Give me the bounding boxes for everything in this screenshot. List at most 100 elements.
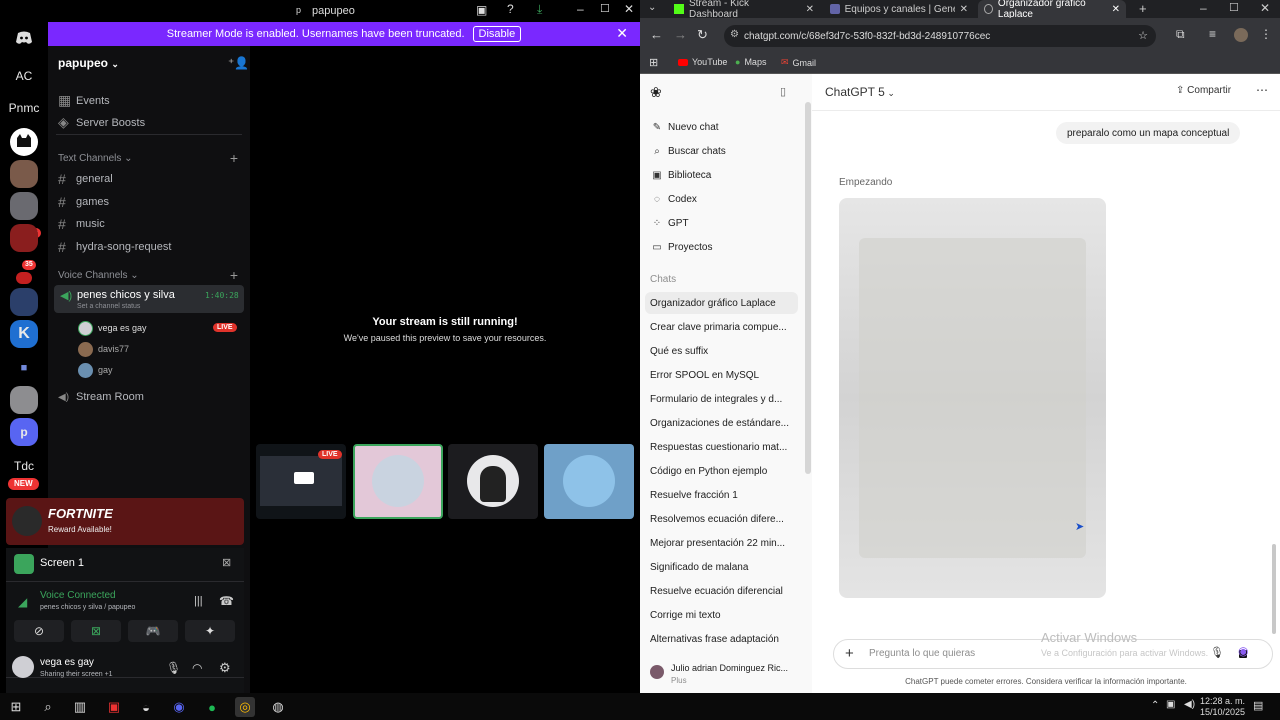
chat-item[interactable]: Formulario de integrales y d... (650, 394, 782, 405)
start-windows-icon[interactable]: ⊞ (6, 697, 26, 717)
tab-teams[interactable]: Equipos y canales | General | M ✕ (824, 0, 974, 18)
network-icon[interactable]: ▣ (1166, 699, 1175, 710)
obs-icon[interactable]: ◍ (268, 697, 288, 717)
chat-item[interactable]: Corrige mi texto (650, 610, 721, 621)
bookmark-star-icon[interactable]: ☆ (1138, 29, 1148, 42)
voice-channel-row[interactable]: ◀) penes chicos y silva 1:40:28 Set a ch… (54, 285, 244, 313)
minimize-icon[interactable]: – (1200, 1, 1207, 15)
chat-item[interactable]: Qué es suffix (650, 346, 708, 357)
noise-suppression-icon[interactable]: ||| (194, 595, 203, 607)
nav-projects[interactable]: ▭ Proyectos (652, 242, 712, 253)
url-field[interactable]: ⚙ chatgpt.com/c/68ef3d7c-53f0-832f-bd3d-… (724, 25, 1156, 47)
activities-button[interactable]: 🎮 (128, 620, 178, 642)
chat-item[interactable]: Respuestas cuestionario mat... (650, 442, 787, 453)
fortnite-promo[interactable]: FORTNITE Reward Available! (6, 498, 244, 545)
menu-kebab-icon[interactable]: ⋮ (1260, 27, 1272, 41)
chat-item[interactable]: Error SPOOL en MySQL (650, 370, 759, 381)
soundboard-button[interactable]: ✦ (185, 620, 235, 642)
chat-item-active[interactable]: Organizador gráfico Laplace (650, 298, 776, 309)
voice-user[interactable]: davis77 (78, 342, 240, 358)
chat-item[interactable]: Resuelve ecuación diferencial (650, 586, 783, 597)
site-info-icon[interactable]: ⚙ (730, 29, 739, 40)
nav-library[interactable]: ▣ Biblioteca (652, 170, 711, 181)
nav-codex[interactable]: ◌ Codex (652, 194, 697, 205)
voice-channels-category[interactable]: Voice Channels ⌄ (58, 270, 139, 281)
voice-user[interactable]: vega es gay LIVE (78, 321, 240, 337)
chat-item[interactable]: Organizaciones de estándare... (650, 418, 789, 429)
bookmark-maps[interactable]: ● Maps (735, 57, 766, 67)
channel-music[interactable]: # music (58, 216, 105, 232)
add-channel-icon[interactable]: + (230, 150, 238, 166)
discord-taskbar-icon[interactable]: ◉ (169, 697, 189, 717)
server-name-header[interactable]: papupeo ⌄ (58, 56, 119, 70)
server-p-icon[interactable]: p (10, 418, 38, 446)
close-icon[interactable]: ✕ (960, 4, 968, 15)
tab-search-icon[interactable]: ⌄ (648, 2, 656, 13)
add-channel-icon[interactable]: + (230, 267, 238, 283)
nav-gpt[interactable]: ⁘ GPT (652, 218, 689, 229)
chrome-taskbar-icon[interactable]: ◎ (235, 697, 255, 717)
spotify-icon[interactable]: ● (202, 697, 222, 717)
server-ac[interactable]: AC (10, 62, 38, 90)
channel-status-input[interactable]: Set a channel status (77, 303, 140, 310)
media-icon[interactable]: ≡ (1209, 27, 1216, 41)
server-avatar-6[interactable] (10, 386, 38, 414)
close-icon[interactable]: ✕ (616, 25, 628, 42)
reload-icon[interactable]: ↻ (697, 27, 708, 43)
chat-item[interactable]: Significado de malana (650, 562, 748, 573)
sidebar-scrollbar[interactable] (805, 102, 811, 474)
channel-stream-room[interactable]: ◀) Stream Room (58, 391, 144, 403)
folder-icon[interactable]: ■ (10, 354, 38, 382)
chat-item[interactable]: Resuelve fracción 1 (650, 490, 738, 501)
close-icon[interactable]: ✕ (806, 4, 814, 15)
bookmark-gmail[interactable]: ✉ Gmail (781, 57, 816, 68)
server-cat-icon[interactable] (10, 128, 38, 156)
mute-mic-icon[interactable]: 🎙 (166, 661, 181, 675)
participant-tile[interactable] (448, 444, 538, 519)
text-channels-category[interactable]: Text Channels ⌄ (58, 153, 133, 164)
openai-logo-icon[interactable]: ❀ (650, 84, 662, 101)
settings-gear-icon[interactable]: ⚙ (219, 660, 231, 676)
server-pnmc[interactable]: Pnmc (8, 94, 40, 122)
close-icon[interactable]: ✕ (1260, 1, 1270, 15)
discord-home-icon[interactable] (10, 24, 38, 52)
server-k-icon[interactable]: K (10, 320, 38, 348)
maximize-icon[interactable]: ☐ (1229, 1, 1239, 14)
channel-general[interactable]: # general (58, 171, 113, 187)
voice-mode-icon[interactable]: ◉ (1238, 644, 1248, 658)
nav-server-boosts[interactable]: ◈ Server Boosts (58, 114, 145, 131)
disconnect-icon[interactable]: ☎ (219, 594, 234, 608)
model-selector[interactable]: ChatGPT 5 ⌄ (825, 85, 895, 99)
server-red-dot[interactable] (16, 272, 32, 284)
camera-off-button[interactable]: ⊘ (14, 620, 64, 642)
chat-item[interactable]: Crear clave primaria compue... (650, 322, 787, 333)
server-avatar-4[interactable] (10, 224, 38, 252)
stream-tile[interactable]: LIVE (256, 444, 346, 519)
nav-search-chats[interactable]: ⌕ Buscar chats (652, 146, 726, 157)
disable-streamer-mode-button[interactable]: Disable (472, 26, 522, 42)
download-icon[interactable]: ⤓ (537, 2, 542, 17)
chat-item[interactable]: Mejorar presentación 22 min... (650, 538, 785, 549)
profile-avatar[interactable] (1234, 28, 1248, 42)
account-row[interactable]: Julio adrian Dominguez Ric... Plus (640, 656, 805, 693)
app-red-icon[interactable]: ▣ (104, 697, 124, 717)
channel-hydra-song-request[interactable]: # hydra-song-request (58, 239, 171, 255)
tab-kick[interactable]: Stream - Kick Dashboard ✕ (668, 0, 820, 20)
clock[interactable]: 12:28 a. m. 15/10/2025 (1200, 696, 1245, 718)
maximize-icon[interactable]: ☐ (600, 2, 610, 15)
search-icon[interactable]: ⌕ (38, 697, 58, 717)
notification-icon[interactable]: ▤ (1253, 699, 1263, 712)
inbox-icon[interactable]: ▣ (476, 3, 487, 17)
bookmark-youtube[interactable]: YouTube (678, 57, 727, 67)
voice-user[interactable]: gay (78, 363, 240, 379)
participant-tile[interactable] (544, 444, 634, 519)
close-icon[interactable]: ✕ (1112, 4, 1120, 15)
help-icon[interactable]: ? (507, 2, 514, 16)
participant-tile[interactable] (353, 444, 443, 519)
task-view-icon[interactable]: ▥ (70, 697, 90, 717)
server-tdc[interactable]: Tdc (10, 452, 38, 480)
chat-item[interactable]: Resolvemos ecuación difere... (650, 514, 784, 525)
app-edge-icon[interactable]: ◒ (136, 697, 156, 717)
tab-chatgpt-active[interactable]: Organizador gráfico Laplace ✕ (978, 0, 1126, 20)
microphone-icon[interactable]: 🎙 (1210, 646, 1224, 659)
